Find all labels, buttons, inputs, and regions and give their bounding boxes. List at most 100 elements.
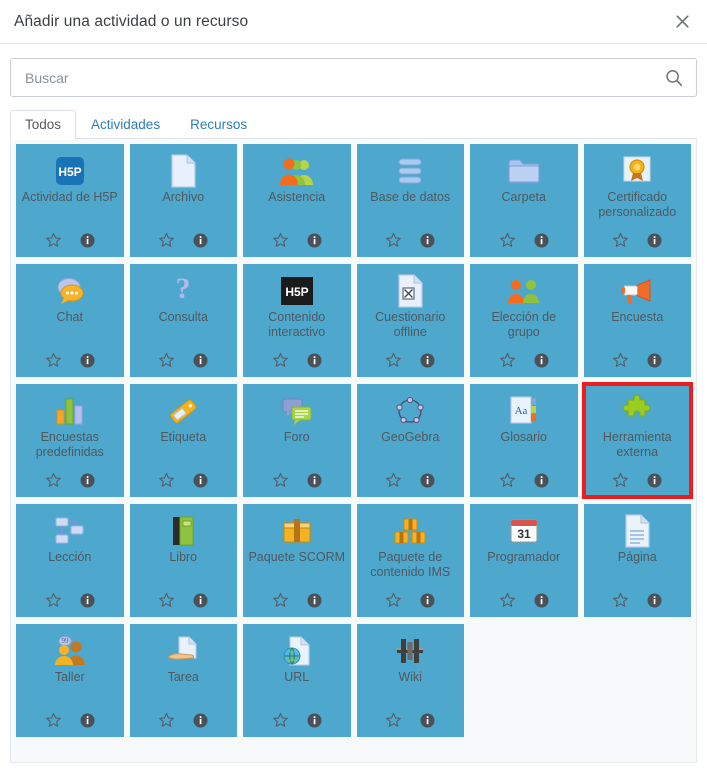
- card-actions: [499, 352, 549, 377]
- star-outline-icon[interactable]: [612, 352, 629, 369]
- info-circle-icon[interactable]: [534, 473, 549, 488]
- search-icon[interactable]: [664, 68, 684, 88]
- info-circle-icon[interactable]: [420, 353, 435, 368]
- star-outline-icon[interactable]: [385, 232, 402, 249]
- activity-card[interactable]: Encuesta: [583, 264, 691, 377]
- activity-card[interactable]: Archivo: [129, 144, 237, 257]
- activity-card[interactable]: Aa Glosario: [470, 384, 578, 497]
- search-box[interactable]: [10, 58, 697, 97]
- activity-card[interactable]: Cuestionario offline: [356, 264, 464, 377]
- star-outline-icon[interactable]: [158, 712, 175, 729]
- star-outline-icon[interactable]: [499, 232, 516, 249]
- activity-card[interactable]: Paquete de contenido IMS: [356, 504, 464, 617]
- star-outline-icon[interactable]: [385, 352, 402, 369]
- info-circle-icon[interactable]: [307, 713, 322, 728]
- activity-card-label: Cuestionario offline: [375, 310, 446, 339]
- info-circle-icon[interactable]: [193, 353, 208, 368]
- info-circle-icon[interactable]: [80, 473, 95, 488]
- star-outline-icon[interactable]: [499, 472, 516, 489]
- star-outline-icon[interactable]: [612, 592, 629, 609]
- activity-card[interactable]: Encuestas predefinidas: [16, 384, 124, 497]
- activity-card[interactable]: Página: [583, 504, 691, 617]
- star-outline-icon[interactable]: [272, 472, 289, 489]
- card-actions: [499, 232, 549, 257]
- activity-card[interactable]: 99 Taller: [16, 624, 124, 737]
- info-circle-icon[interactable]: [80, 593, 95, 608]
- info-circle-icon[interactable]: [80, 713, 95, 728]
- info-circle-icon[interactable]: [420, 233, 435, 248]
- activity-card[interactable]: Tarea: [129, 624, 237, 737]
- info-circle-icon[interactable]: [307, 473, 322, 488]
- activity-card[interactable]: Carpeta: [470, 144, 578, 257]
- info-circle-icon[interactable]: [420, 713, 435, 728]
- info-circle-icon[interactable]: [647, 353, 662, 368]
- card-actions: [272, 472, 322, 497]
- star-outline-icon[interactable]: [272, 232, 289, 249]
- info-circle-icon[interactable]: [534, 593, 549, 608]
- star-outline-icon[interactable]: [45, 592, 62, 609]
- activity-card[interactable]: Asistencia: [243, 144, 351, 257]
- activity-card-label: Asistencia: [268, 190, 326, 204]
- activity-card[interactable]: H5P Actividad de H5P: [16, 144, 124, 257]
- activity-card[interactable]: Wiki: [356, 624, 464, 737]
- info-circle-icon[interactable]: [307, 593, 322, 608]
- star-outline-icon[interactable]: [499, 352, 516, 369]
- info-circle-icon[interactable]: [80, 353, 95, 368]
- info-circle-icon[interactable]: [534, 233, 549, 248]
- info-circle-icon[interactable]: [534, 353, 549, 368]
- info-circle-icon[interactable]: [193, 593, 208, 608]
- star-outline-icon[interactable]: [158, 352, 175, 369]
- info-circle-icon[interactable]: [193, 233, 208, 248]
- activity-card[interactable]: Herramienta externa: [581, 382, 693, 499]
- info-circle-icon[interactable]: [647, 593, 662, 608]
- star-outline-icon[interactable]: [158, 232, 175, 249]
- info-circle-icon[interactable]: [420, 593, 435, 608]
- activity-card[interactable]: Libro: [129, 504, 237, 617]
- star-outline-icon[interactable]: [385, 712, 402, 729]
- star-outline-icon[interactable]: [45, 232, 62, 249]
- star-outline-icon[interactable]: [45, 712, 62, 729]
- card-actions: [158, 472, 208, 497]
- activity-card[interactable]: Etiqueta: [129, 384, 237, 497]
- star-outline-icon[interactable]: [45, 352, 62, 369]
- activity-card[interactable]: ? Consulta: [129, 264, 237, 377]
- star-outline-icon[interactable]: [612, 472, 629, 489]
- star-outline-icon[interactable]: [385, 592, 402, 609]
- info-circle-icon[interactable]: [647, 473, 662, 488]
- info-circle-icon[interactable]: [647, 233, 662, 248]
- activity-card[interactable]: Elección de grupo: [470, 264, 578, 377]
- search-section: [0, 44, 707, 97]
- activity-card[interactable]: GeoGebra: [356, 384, 464, 497]
- activity-card[interactable]: Base de datos: [356, 144, 464, 257]
- activity-card-label: Actividad de H5P: [21, 190, 118, 204]
- tab-bar: Todos Actividades Recursos: [0, 110, 707, 140]
- close-icon[interactable]: [669, 9, 695, 35]
- star-outline-icon[interactable]: [45, 472, 62, 489]
- activity-card[interactable]: Foro: [243, 384, 351, 497]
- tab-recursos[interactable]: Recursos: [175, 110, 262, 139]
- activity-card[interactable]: Certificado personalizado: [583, 144, 691, 257]
- star-outline-icon[interactable]: [499, 592, 516, 609]
- star-outline-icon[interactable]: [385, 472, 402, 489]
- star-outline-icon[interactable]: [612, 232, 629, 249]
- info-circle-icon[interactable]: [80, 233, 95, 248]
- activity-card[interactable]: URL: [243, 624, 351, 737]
- star-outline-icon[interactable]: [272, 592, 289, 609]
- star-outline-icon[interactable]: [272, 352, 289, 369]
- star-outline-icon[interactable]: [158, 592, 175, 609]
- star-outline-icon[interactable]: [272, 712, 289, 729]
- info-circle-icon[interactable]: [307, 233, 322, 248]
- activity-card[interactable]: H5P Contenido interactivo: [243, 264, 351, 377]
- info-circle-icon[interactable]: [193, 713, 208, 728]
- tab-todos[interactable]: Todos: [10, 110, 77, 140]
- tab-actividades[interactable]: Actividades: [76, 110, 175, 139]
- activity-card[interactable]: Chat: [16, 264, 124, 377]
- info-circle-icon[interactable]: [420, 473, 435, 488]
- info-circle-icon[interactable]: [307, 353, 322, 368]
- star-outline-icon[interactable]: [158, 472, 175, 489]
- activity-card[interactable]: Paquete SCORM: [243, 504, 351, 617]
- activity-card[interactable]: Lección: [16, 504, 124, 617]
- activity-card[interactable]: 31 Programador: [470, 504, 578, 617]
- search-input[interactable]: [25, 69, 658, 86]
- info-circle-icon[interactable]: [193, 473, 208, 488]
